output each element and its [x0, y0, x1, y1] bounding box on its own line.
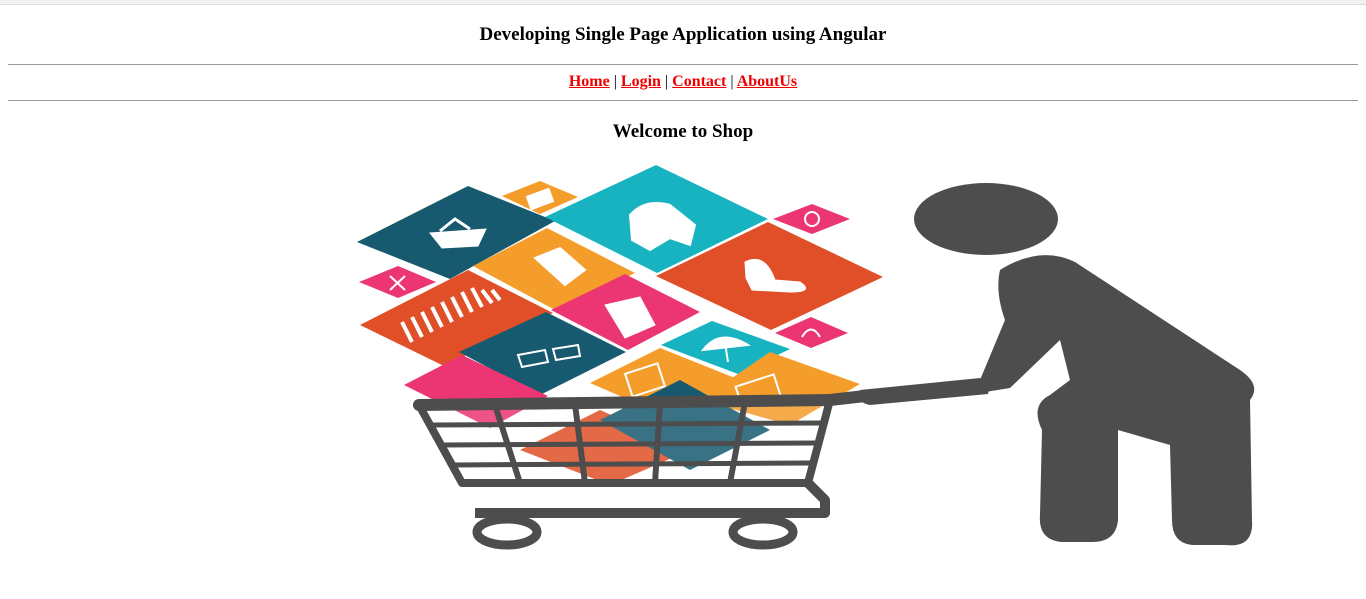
nav-link-login[interactable]: Login — [621, 73, 661, 90]
person-body — [980, 255, 1255, 546]
page-title: Developing Single Page Application using… — [479, 24, 887, 45]
shopping-cart-illustration — [357, 165, 1255, 550]
nav-separator: | — [664, 73, 669, 90]
nav-bar: Home | Login | Contact | AboutUs — [0, 72, 1366, 92]
nav-link-home[interactable]: Home — [569, 73, 610, 90]
cart-icon — [413, 390, 871, 550]
divider-bottom — [8, 100, 1358, 101]
person-head — [914, 183, 1058, 255]
nav-separator: | — [613, 73, 617, 90]
nav-link-contact[interactable]: Contact — [672, 73, 726, 90]
cart-wheel-right — [728, 514, 798, 550]
tile-clock — [773, 204, 850, 234]
welcome-heading: Welcome to Shop — [612, 121, 754, 142]
nav-link-aboutus[interactable]: AboutUs — [737, 73, 797, 90]
person-icon — [858, 183, 1255, 546]
person-arm — [858, 378, 989, 405]
nav-separator: | — [730, 73, 734, 90]
cart-wheel-left — [472, 514, 542, 550]
browser-top-strip — [0, 0, 1366, 5]
divider-top — [8, 64, 1358, 65]
